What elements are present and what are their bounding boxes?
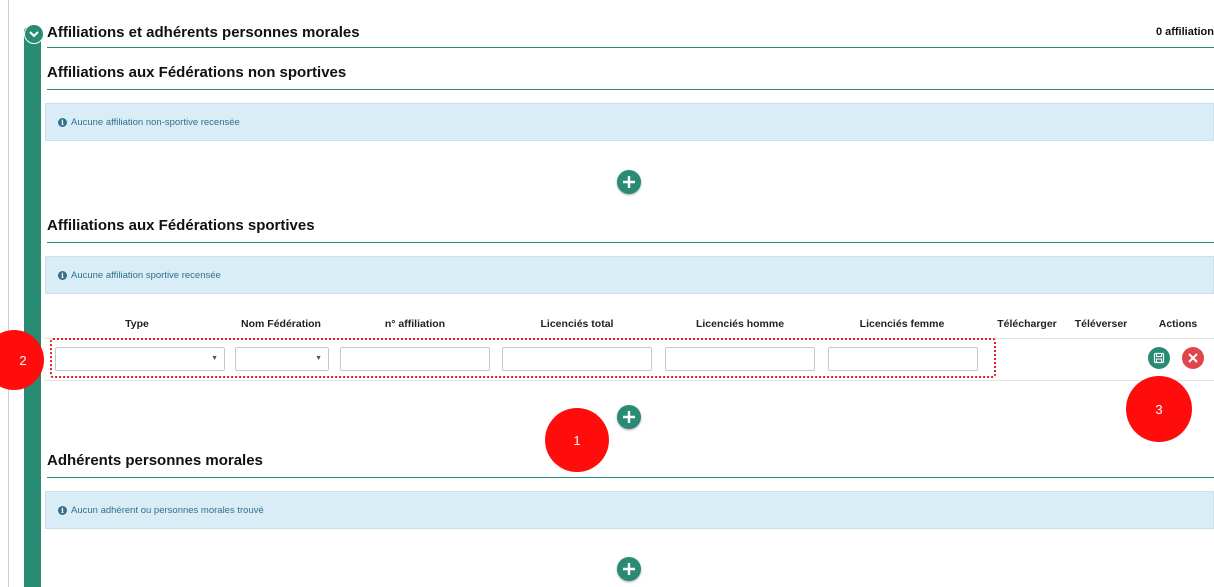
non-sport-section-title: Affiliations aux Fédérations non sportiv… [47, 64, 347, 81]
add-non-sport-affiliation-button[interactable] [617, 170, 641, 194]
section-side-bar [24, 27, 41, 587]
sport-empty-message: Aucune affiliation sportive recensée [71, 269, 221, 281]
chevron-down-icon[interactable] [24, 24, 44, 44]
save-row-button[interactable] [1148, 347, 1170, 369]
floppy-disk-icon [1153, 352, 1165, 364]
sport-empty-alert: i Aucune affiliation sportive recensée [45, 256, 1214, 294]
column-header-women: Licenciés femme [859, 318, 945, 330]
column-header-total: Licenciés total [540, 318, 614, 330]
column-header-download: Télécharger [997, 318, 1057, 330]
info-icon: i [58, 270, 67, 280]
title-divider [47, 47, 1214, 48]
members-section-title: Adhérents personnes morales [47, 452, 263, 469]
cancel-row-button[interactable] [1182, 347, 1204, 369]
members-empty-message: Aucun adhérent ou personnes morales trou… [71, 504, 264, 516]
non-sport-divider [47, 89, 1214, 90]
table-row-divider [45, 380, 1214, 381]
members-empty-alert: i Aucun adhérent ou personnes morales tr… [45, 491, 1214, 529]
info-icon: i [58, 505, 67, 515]
members-divider [47, 477, 1214, 478]
annotation-marker-1: 1 [545, 408, 609, 472]
non-sport-empty-alert: i Aucune affiliation non-sportive recens… [45, 103, 1214, 141]
affiliation-count: 0 affiliation [1155, 26, 1214, 38]
sport-divider [47, 242, 1214, 243]
plus-icon [623, 563, 635, 575]
column-header-upload: Téléverser [1074, 318, 1128, 330]
sport-section-title: Affiliations aux Fédérations sportives [47, 217, 315, 234]
plus-icon [623, 411, 635, 423]
add-sport-affiliation-button[interactable] [617, 405, 641, 429]
left-border [8, 0, 9, 587]
page-title: Affiliations et adhérents personnes mora… [47, 24, 360, 41]
column-header-federation: Nom Fédération [241, 318, 321, 330]
info-icon: i [58, 117, 67, 127]
add-member-button[interactable] [617, 557, 641, 581]
non-sport-empty-message: Aucune affiliation non-sportive recensée [71, 116, 240, 128]
annotation-marker-3: 3 [1126, 376, 1192, 442]
column-header-men: Licenciés homme [695, 318, 785, 330]
highlight-row-box [50, 338, 996, 378]
column-header-type: Type [125, 318, 149, 330]
column-header-actions: Actions [1158, 318, 1198, 330]
close-icon [1188, 353, 1198, 363]
column-header-affiliation-number: n° affiliation [384, 318, 446, 330]
plus-icon [623, 176, 635, 188]
